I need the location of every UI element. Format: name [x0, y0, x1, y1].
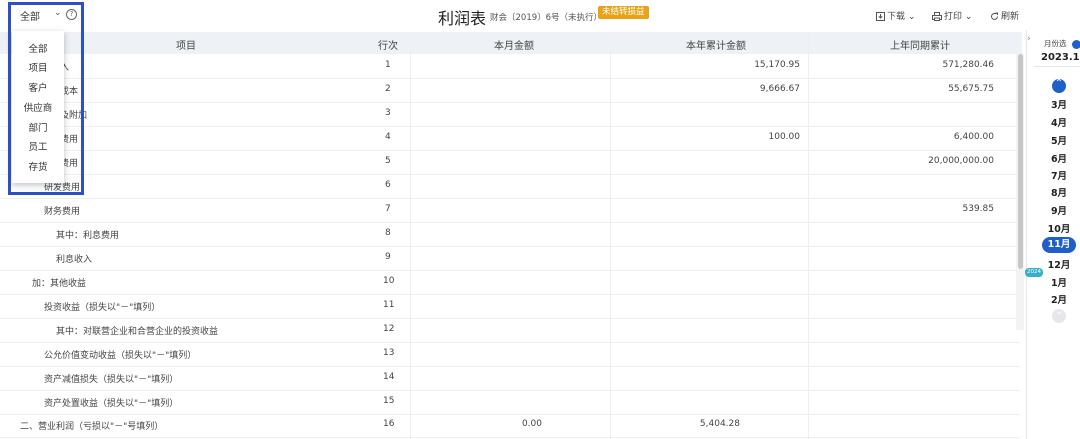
table-row[interactable]: 资产处置收益（损失以"－"填列） 15	[0, 390, 1020, 415]
current-period: 2023.11	[1041, 52, 1080, 63]
month-item[interactable]: 3月	[1042, 97, 1076, 111]
month-item[interactable]: 4月	[1042, 115, 1076, 129]
table-row[interactable]: 费用 5 20,000,000.00	[0, 150, 1020, 175]
month-item[interactable]: 2月	[1042, 292, 1076, 306]
row-prev-year-amount: 539.85	[962, 204, 995, 214]
scroll-up-icon[interactable]	[1052, 78, 1066, 93]
month-item[interactable]: 7月	[1042, 168, 1076, 182]
row-ytd-amount: 9,666.67	[759, 84, 800, 94]
table-row[interactable]: 入 1 15,170.95 571,280.46	[0, 54, 1020, 79]
row-prev-year-amount: 20,000,000.00	[928, 156, 994, 166]
row-month-amount: 0.00	[521, 419, 542, 429]
report-toolbar: 全部 ⌄ ? 利润表 财会〔2019〕6号（未执行） 未结转损益 下载 ⌄ 打印…	[0, 0, 1080, 30]
refresh-button[interactable]: 刷新	[990, 9, 1019, 22]
month-item[interactable]: 9月	[1042, 203, 1076, 217]
scroll-down-icon[interactable]	[1052, 306, 1066, 323]
row-line-number: 14	[383, 372, 395, 382]
row-item-label: 资产减值损失（损失以"－"填列）	[44, 375, 179, 385]
row-line-number: 3	[385, 108, 391, 118]
row-line-number: 13	[383, 348, 395, 358]
standard-subtitle: 财会〔2019〕6号（未执行）	[490, 13, 603, 23]
table-row[interactable]: 加：其他收益 10	[0, 270, 1020, 295]
page-title: 利润表	[438, 9, 487, 28]
row-item-label: 其中：利息费用	[56, 231, 120, 241]
row-line-number: 11	[383, 300, 395, 310]
row-line-number: 10	[383, 276, 395, 286]
print-button[interactable]: 打印 ⌄	[932, 9, 972, 22]
download-label: 下载	[887, 12, 906, 22]
table-header: 项目 行次 本月金额 本年累计金额 上年同期累计	[0, 32, 1022, 54]
column-header-ytd: 本年累计金额	[686, 41, 746, 52]
row-line-number: 6	[385, 180, 391, 190]
column-header-month: 本月金额	[494, 41, 534, 52]
row-line-number: 4	[385, 132, 391, 142]
month-item[interactable]: 5月	[1042, 133, 1076, 147]
column-header-line: 行次	[378, 41, 398, 52]
row-line-number: 8	[385, 228, 391, 238]
row-item-label: 加：其他收益	[32, 279, 87, 289]
highlight-annotation-box	[8, 2, 84, 195]
table-row[interactable]: 财务费用 7 539.85	[0, 198, 1020, 223]
row-prev-year-amount: 571,280.46	[942, 60, 994, 70]
row-line-number: 7	[385, 204, 391, 214]
row-line-number: 15	[383, 396, 395, 406]
row-line-number: 9	[385, 252, 391, 262]
table-row[interactable]: 费用 4 100.00 6,400.00	[0, 126, 1020, 151]
month-item[interactable]: 10月	[1042, 221, 1076, 235]
table-row[interactable]: 其中：利息费用 8	[0, 222, 1020, 247]
row-prev-year-amount: 55,675.75	[948, 84, 994, 94]
row-item-label: 其中：对联营企业和合营企业的投资收益	[56, 327, 219, 337]
table-row[interactable]: 成本 2 9,666.67 55,675.75	[0, 78, 1020, 103]
table-row[interactable]: 研发费用 6	[0, 174, 1020, 199]
row-ytd-amount: 100.00	[768, 132, 801, 142]
month-item[interactable]: 1月	[1042, 275, 1076, 289]
column-header-item: 项目	[176, 41, 196, 52]
chevron-down-icon: ⌄	[962, 12, 973, 22]
row-item-label: 利息收入	[56, 255, 93, 265]
table-scrollbar-thumb[interactable]	[1018, 54, 1023, 269]
row-item-label: 财务费用	[44, 207, 81, 217]
year-badge: 2024	[1025, 268, 1043, 277]
month-item[interactable]: 6月	[1042, 151, 1076, 165]
refresh-label: 刷新	[1001, 12, 1020, 22]
column-header-prev-year: 上年同期累计	[890, 41, 950, 52]
table-row[interactable]: 其中：对联营企业和合营企业的投资收益 12	[0, 318, 1020, 343]
divider	[1034, 66, 1080, 67]
table-row[interactable]: 二、营业利润（亏损以"－"号填列） 16 0.00 5,404.28	[0, 413, 1020, 438]
table-row[interactable]: 公允价值变动收益（损失以"－"填列） 13	[0, 342, 1020, 367]
row-ytd-amount: 15,170.95	[754, 60, 800, 70]
row-item-label: 二、营业利润（亏损以"－"号填列）	[20, 422, 164, 432]
printer-icon	[932, 12, 942, 21]
row-line-number: 2	[385, 84, 391, 94]
table-row[interactable]: 资产减值损失（损失以"－"填列） 14	[0, 366, 1020, 391]
table-row[interactable]: 及附加 3	[0, 102, 1020, 127]
chevron-down-icon: ⌄	[905, 12, 916, 22]
row-item-label: 资产处置收益（损失以"－"填列）	[44, 399, 179, 409]
info-icon[interactable]	[1072, 40, 1080, 49]
table-row[interactable]: 利息收入 9	[0, 246, 1020, 271]
month-item[interactable]: 8月	[1042, 185, 1076, 199]
row-item-label: 投资收益（损失以"－"填列）	[44, 303, 161, 313]
month-item[interactable]: 12月	[1042, 257, 1076, 271]
row-line-number: 5	[385, 156, 391, 166]
row-line-number: 1	[385, 60, 391, 70]
month-item-selected[interactable]: 11月	[1042, 237, 1076, 253]
print-label: 打印	[944, 12, 963, 22]
row-prev-year-amount: 6,400.00	[953, 132, 994, 142]
download-icon	[876, 12, 885, 21]
row-line-number: 16	[383, 419, 395, 429]
download-button[interactable]: 下载 ⌄	[876, 9, 915, 22]
table-row[interactable]: 投资收益（损失以"－"填列） 11	[0, 294, 1020, 319]
month-select-label: 月份选	[1044, 39, 1067, 48]
refresh-icon	[991, 12, 998, 20]
row-item-label: 公允价值变动收益（损失以"－"填列）	[44, 351, 197, 361]
collapse-sidebar-icon[interactable]: ›	[1027, 34, 1031, 44]
row-ytd-amount: 5,404.28	[699, 419, 740, 429]
row-line-number: 12	[383, 324, 395, 334]
status-badge: 未结转损益	[598, 6, 649, 19]
